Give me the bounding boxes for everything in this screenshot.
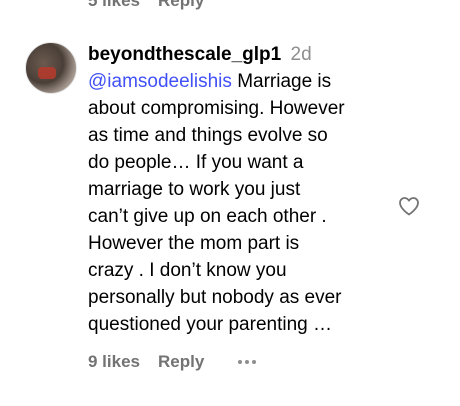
comment-line: as time and things evolve so (88, 125, 328, 146)
comment-timestamp[interactable]: 2d (291, 44, 312, 65)
comment-actions: 9 likes Reply (88, 352, 257, 372)
avatar[interactable] (25, 42, 77, 94)
comment-line: Marriage is (237, 71, 332, 92)
reply-button[interactable]: Reply (158, 352, 204, 372)
comment-text: @iamsodeelishis Marriage is about compro… (88, 68, 388, 338)
comment-line: do people… If you want a (88, 152, 304, 173)
comment-line: marriage to work you just (88, 179, 301, 200)
comment-header: beyondthescale_glp1 2d (88, 41, 388, 68)
comment-line: can’t give up on each other . (88, 206, 327, 227)
comment-line: questioned your parenting … (88, 314, 332, 335)
previous-comment-actions: 5 likes Reply (88, 0, 204, 11)
comment: beyondthescale_glp1 2d @iamsodeelishis M… (88, 41, 388, 338)
username-link[interactable]: beyondthescale_glp1 (88, 44, 281, 65)
comment-line: However the mom part is (88, 233, 300, 254)
comment-line: personally but nobody as ever (88, 287, 342, 308)
comment-line: crazy . I don’t know you (88, 260, 287, 281)
more-horizontal-icon[interactable] (238, 360, 257, 364)
mention-link[interactable]: @iamsodeelishis (88, 71, 232, 92)
likes-count[interactable]: 9 likes (88, 352, 140, 372)
previous-reply-button[interactable]: Reply (158, 0, 204, 11)
previous-likes-count[interactable]: 5 likes (88, 0, 140, 11)
heart-outline-icon[interactable] (397, 194, 421, 218)
comment-line: about compromising. However (88, 98, 345, 119)
